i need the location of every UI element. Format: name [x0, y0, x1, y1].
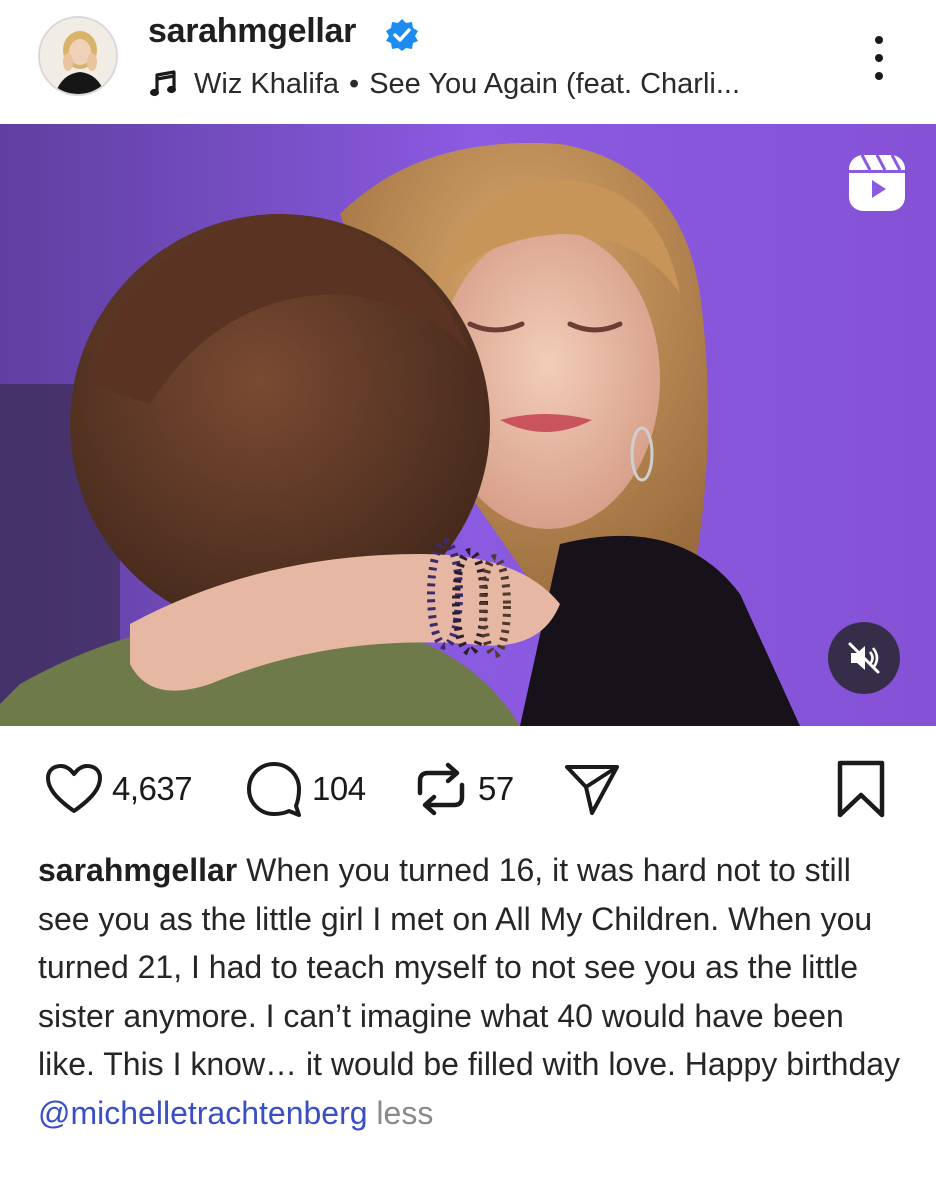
avatar[interactable] — [38, 16, 118, 96]
reel-video[interactable] — [0, 124, 936, 726]
post-caption: sarahmgellar When you turned 16, it was … — [38, 846, 908, 1137]
send-icon — [565, 765, 619, 815]
video-frame-image — [0, 124, 936, 726]
post-username[interactable]: sarahmgellar — [148, 12, 356, 51]
mention-symbol: @ — [38, 1094, 71, 1131]
more-vertical-icon — [875, 36, 883, 44]
save-button[interactable] — [834, 746, 888, 832]
reels-icon[interactable] — [846, 152, 908, 214]
heart-icon — [46, 764, 102, 813]
share-button[interactable] — [562, 746, 622, 832]
more-dot — [875, 72, 883, 80]
music-artist: Wiz Khalifa — [194, 67, 340, 100]
less-button[interactable]: less — [368, 1095, 433, 1131]
mute-toggle-button[interactable] — [828, 622, 900, 694]
more-dot — [875, 54, 883, 62]
audio-track-link[interactable]: Wiz Khalifa • See You Again (feat. Charl… — [148, 64, 740, 104]
post-header: sarahmgellar Wiz Khalifa • See You Again… — [0, 0, 936, 124]
caption-username[interactable]: sarahmgellar — [38, 852, 237, 888]
mention-link[interactable]: @michelletrachtenberg — [38, 1095, 368, 1131]
repost-count: 57 — [478, 770, 514, 807]
bookmark-icon — [837, 760, 885, 818]
like-count: 4,637 — [112, 770, 193, 807]
like-button[interactable]: 4,637 — [44, 746, 193, 832]
comment-button[interactable]: 104 — [244, 746, 366, 832]
more-options-button[interactable] — [864, 36, 894, 80]
mention-handle: michelletrachtenberg — [70, 1094, 368, 1131]
comment-bubble-icon — [247, 762, 301, 817]
music-separator: • — [349, 67, 360, 100]
music-track: See You Again (feat. Charli... — [369, 67, 741, 100]
music-note-icon — [150, 70, 176, 97]
post-actions: 4,637 104 57 — [0, 746, 936, 832]
verified-badge-icon — [386, 19, 418, 51]
repost-button[interactable]: 57 — [412, 746, 514, 832]
repost-icon — [417, 762, 465, 816]
comment-count: 104 — [312, 770, 366, 807]
muted-speaker-icon — [848, 642, 880, 674]
